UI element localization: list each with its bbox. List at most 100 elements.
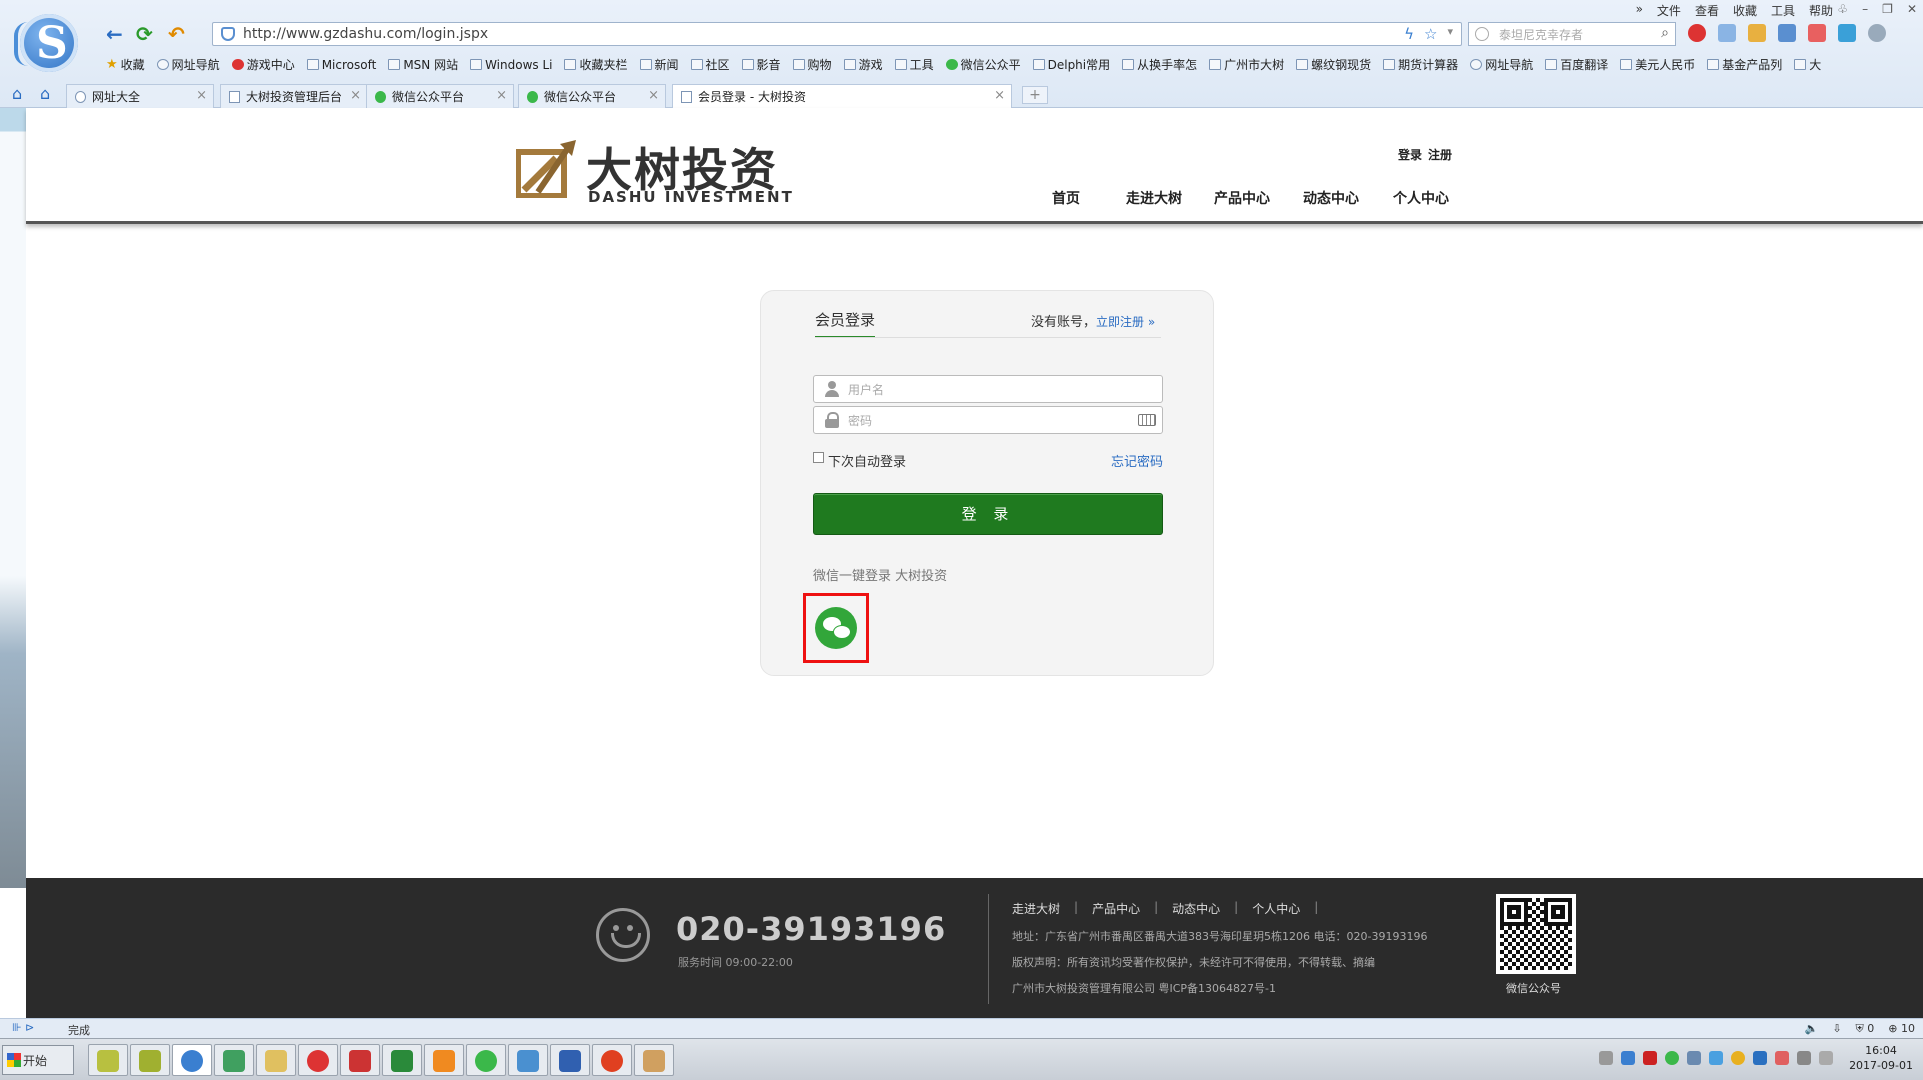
close-tab-icon[interactable]: × [496,88,507,103]
footer-link-profile[interactable]: 个人中心 [1252,900,1300,917]
close-icon[interactable]: ✕ [1907,2,1917,16]
favorite-item[interactable]: Windows Li [470,56,552,73]
browser-tab[interactable]: 网址大全 × [66,84,214,108]
download-icon[interactable]: ⇩ [1832,1022,1841,1036]
search-icon[interactable]: ⌕ [1661,25,1669,41]
new-tab-button[interactable]: + [1022,86,1048,104]
favorite-item[interactable]: 社区 [690,56,730,73]
password-field[interactable]: 密码 [813,406,1163,434]
favorite-item[interactable]: 影音 [741,56,781,73]
security-count[interactable]: ⛨ 0 [1856,1022,1875,1036]
header-register-link[interactable]: 注册 [1428,146,1452,163]
footer-link-about[interactable]: 走进大树 [1012,900,1060,917]
taskbar-app-excel[interactable] [382,1044,422,1076]
footer-link-news[interactable]: 动态中心 [1172,900,1220,917]
screenshot-icon[interactable] [1718,24,1736,42]
home-icon[interactable]: ⌂ [40,84,50,103]
tray-keyboard-icon[interactable] [1599,1051,1613,1065]
favorite-item[interactable]: 新闻 [639,56,679,73]
favorite-item[interactable]: 收藏夹栏 [564,56,628,73]
favorite-item[interactable]: 网址导航 [156,56,220,73]
restore-tab-icon[interactable]: ⌂ [12,84,22,103]
taskbar-app-game[interactable] [340,1044,380,1076]
favorite-item[interactable]: 螺纹钢现货 [1296,56,1371,73]
menu-view[interactable]: 查看 [1695,2,1719,19]
username-field[interactable]: 用户名 [813,375,1163,403]
tray-sync-icon[interactable] [1753,1051,1767,1065]
favorite-item[interactable]: 基金产品列 [1707,56,1782,73]
search-box[interactable]: 泰坦尼克幸存者 ⌕ [1468,22,1676,46]
favorite-item[interactable]: 购物 [792,56,832,73]
favorite-item[interactable]: ★ 收藏 [106,56,145,73]
favorite-item[interactable]: Delphi常用 [1032,56,1110,73]
register-link[interactable]: 立即注册 » [1096,315,1155,329]
dropdown-icon[interactable]: ▾ [1447,25,1453,43]
undo-icon[interactable]: ↶ [168,22,185,46]
browser-tab[interactable]: 会员登录 - 大树投资 × [672,84,1012,108]
favorite-item[interactable]: Microsoft [306,56,376,73]
browser-tab[interactable]: 微信公众平台 × [518,84,666,108]
skin-icon[interactable]: ♧ [1837,2,1848,16]
browser-tab[interactable]: 微信公众平台 × [366,84,514,108]
system-clock[interactable]: 16:04 2017-09-01 [1849,1043,1913,1073]
nav-about[interactable]: 走进大树 [1126,188,1214,208]
taskbar-app-stock1[interactable] [88,1044,128,1076]
nav-products[interactable]: 产品中心 [1214,188,1303,208]
favorite-item[interactable]: 网址导航 [1470,56,1533,73]
header-login-link[interactable]: 登录 [1398,146,1422,163]
lightning-icon[interactable]: ϟ [1404,25,1414,43]
user-icon[interactable] [1868,24,1886,42]
back-arrow-icon[interactable]: ← [106,22,123,46]
sync-icon[interactable] [1748,24,1766,42]
address-bar[interactable]: http://www.gzdashu.com/login.jspx ϟ ☆ ▾ [212,22,1462,46]
taskbar-app-stock2[interactable] [130,1044,170,1076]
menu-favorites[interactable]: 收藏 [1733,2,1757,19]
wechat-icon[interactable] [815,607,857,649]
favorite-item[interactable]: 工具 [894,56,934,73]
tray-shield-icon[interactable] [1621,1051,1635,1065]
favorite-item[interactable]: 游戏中心 [231,56,295,73]
menu-file[interactable]: 文件 [1657,2,1681,19]
translate-icon[interactable] [1838,24,1856,42]
taskbar-app-paint[interactable] [634,1044,674,1076]
bookmark-star-icon[interactable]: ☆ [1424,25,1437,43]
tray-cloud-icon[interactable] [1709,1051,1723,1065]
taskbar-app-red[interactable] [298,1044,338,1076]
search-engine-icon[interactable] [1475,27,1489,41]
tray-windows-icon[interactable] [1687,1051,1701,1065]
tray-pdf-icon[interactable] [1643,1051,1657,1065]
close-tab-icon[interactable]: × [350,88,361,103]
menu-help[interactable]: 帮助 [1809,2,1833,19]
cut-icon[interactable] [1778,24,1796,42]
login-button[interactable]: 登 录 [813,493,1163,535]
tray-network-icon[interactable] [1797,1051,1811,1065]
favorite-item[interactable]: 广州市大树 [1209,56,1284,73]
start-button[interactable]: 开始 [2,1045,74,1075]
adblock-icon[interactable] [1688,24,1706,42]
keyboard-icon[interactable] [1138,414,1156,426]
favorite-item[interactable]: 大 [1794,56,1821,73]
tray-flag-icon[interactable] [1775,1051,1789,1065]
close-tab-icon[interactable]: × [648,88,659,103]
favorite-item[interactable]: 从换手率怎 [1122,56,1197,73]
menu-tools[interactable]: 工具 [1771,2,1795,19]
nav-home[interactable]: 首页 [1052,188,1126,208]
zoom-control[interactable]: ⊕ 10 [1888,1022,1915,1036]
footer-link-products[interactable]: 产品中心 [1092,900,1140,917]
minimize-icon[interactable]: – [1862,2,1868,16]
refresh-icon[interactable]: ⟳ [136,22,153,46]
taskbar-app-wechat[interactable] [466,1044,506,1076]
taskbar-app-explorer[interactable] [256,1044,296,1076]
login-tab-title[interactable]: 会员登录 [815,309,876,338]
restore-icon[interactable]: ❐ [1882,2,1893,16]
favorite-item[interactable]: 百度翻译 [1545,56,1608,73]
favorite-item[interactable]: 期货计算器 [1383,56,1458,73]
favorite-item[interactable]: 美元人民币 [1620,56,1695,73]
remember-me[interactable]: 下次自动登录 [813,451,906,470]
site-logo[interactable]: 大树投资 DASHU INVESTMENT [516,130,806,210]
address-url[interactable]: http://www.gzdashu.com/login.jspx [243,26,488,42]
forgot-password-link[interactable]: 忘记密码 [1111,451,1163,470]
taskbar-app-remote[interactable] [550,1044,590,1076]
menu-more[interactable]: » [1636,2,1643,19]
nav-profile[interactable]: 个人中心 [1393,188,1473,208]
